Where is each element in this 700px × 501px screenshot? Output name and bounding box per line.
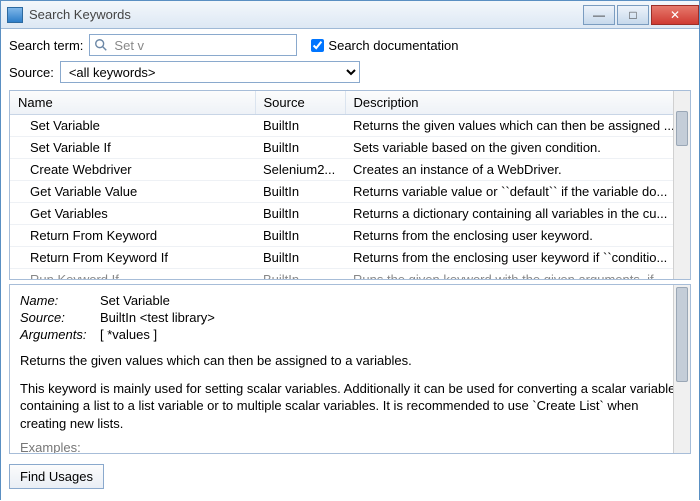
close-button[interactable]: ✕ bbox=[651, 5, 699, 25]
results-table: Name Source Description Set VariableBuil… bbox=[9, 90, 691, 280]
cell-source: BuiltIn bbox=[255, 225, 345, 247]
cell-name: Get Variables bbox=[10, 203, 255, 225]
window-title: Search Keywords bbox=[29, 7, 581, 22]
cell-source: Selenium2... bbox=[255, 159, 345, 181]
title-bar: Search Keywords — □ ✕ bbox=[1, 1, 699, 29]
content-area: Search term: Search documentation Source… bbox=[1, 29, 699, 501]
detail-args-label: Arguments: bbox=[20, 327, 100, 342]
cell-name: Set Variable If bbox=[10, 137, 255, 159]
table-scrollbar[interactable] bbox=[673, 91, 690, 279]
cell-name: Create Webdriver bbox=[10, 159, 255, 181]
cell-description: Runs the given keyword with the given ar… bbox=[345, 269, 690, 280]
cell-source: BuiltIn bbox=[255, 203, 345, 225]
table-row[interactable]: Run Keyword IfBuiltInRuns the given keyw… bbox=[10, 269, 690, 280]
source-label: Source: bbox=[9, 65, 54, 80]
table-row[interactable]: Return From Keyword IfBuiltInReturns fro… bbox=[10, 247, 690, 269]
find-usages-button[interactable]: Find Usages bbox=[9, 464, 104, 489]
source-select[interactable]: <all keywords> bbox=[60, 61, 360, 83]
detail-paragraph: This keyword is mainly used for setting … bbox=[20, 380, 676, 433]
cell-description: Creates an instance of a WebDriver. bbox=[345, 159, 690, 181]
table-row[interactable]: Get VariablesBuiltInReturns a dictionary… bbox=[10, 203, 690, 225]
detail-source-label: Source: bbox=[20, 310, 100, 325]
search-row: Search term: Search documentation bbox=[1, 29, 699, 61]
detail-examples-label: Examples: bbox=[20, 440, 680, 454]
cell-name: Return From Keyword If bbox=[10, 247, 255, 269]
search-icon bbox=[94, 38, 108, 52]
col-source[interactable]: Source bbox=[255, 91, 345, 115]
detail-name: Set Variable bbox=[100, 293, 170, 308]
cell-source: BuiltIn bbox=[255, 247, 345, 269]
table-row[interactable]: Create WebdriverSelenium2...Creates an i… bbox=[10, 159, 690, 181]
detail-args: [ *values ] bbox=[100, 327, 157, 342]
table-row[interactable]: Set Variable IfBuiltInSets variable base… bbox=[10, 137, 690, 159]
app-icon bbox=[7, 7, 23, 23]
detail-scrollbar[interactable] bbox=[673, 285, 690, 453]
table-row[interactable]: Set VariableBuiltInReturns the given val… bbox=[10, 115, 690, 137]
cell-description: Returns from the enclosing user keyword … bbox=[345, 247, 690, 269]
cell-source: BuiltIn bbox=[255, 137, 345, 159]
cell-name: Get Variable Value bbox=[10, 181, 255, 203]
detail-pane: Name:Set Variable Source:BuiltIn <test l… bbox=[9, 284, 691, 454]
window-buttons: — □ ✕ bbox=[581, 5, 699, 25]
col-description[interactable]: Description bbox=[345, 91, 690, 115]
col-name[interactable]: Name bbox=[10, 91, 255, 115]
search-docs-label: Search documentation bbox=[328, 38, 458, 53]
scrollbar-thumb[interactable] bbox=[676, 111, 688, 146]
table-row[interactable]: Get Variable ValueBuiltInReturns variabl… bbox=[10, 181, 690, 203]
cell-name: Return From Keyword bbox=[10, 225, 255, 247]
cell-source: BuiltIn bbox=[255, 269, 345, 280]
scrollbar-thumb[interactable] bbox=[676, 287, 688, 382]
source-row: Source: <all keywords> bbox=[1, 61, 699, 88]
search-input[interactable] bbox=[112, 37, 292, 54]
table-header-row: Name Source Description bbox=[10, 91, 690, 115]
cell-description: Returns the given values which can then … bbox=[345, 115, 690, 137]
detail-source: BuiltIn <test library> bbox=[100, 310, 215, 325]
search-docs-check[interactable] bbox=[311, 39, 324, 52]
cell-description: Returns a dictionary containing all vari… bbox=[345, 203, 690, 225]
search-docs-checkbox[interactable]: Search documentation bbox=[307, 36, 458, 55]
maximize-button[interactable]: □ bbox=[617, 5, 649, 25]
minimize-button[interactable]: — bbox=[583, 5, 615, 25]
cell-description: Sets variable based on the given conditi… bbox=[345, 137, 690, 159]
search-label: Search term: bbox=[9, 38, 83, 53]
cell-name: Set Variable bbox=[10, 115, 255, 137]
detail-paragraph: Returns the given values which can then … bbox=[20, 352, 676, 370]
cell-name: Run Keyword If bbox=[10, 269, 255, 280]
footer: Find Usages bbox=[1, 458, 699, 495]
detail-name-label: Name: bbox=[20, 293, 100, 308]
cell-source: BuiltIn bbox=[255, 115, 345, 137]
cell-description: Returns variable value or ``default`` if… bbox=[345, 181, 690, 203]
table-row[interactable]: Return From KeywordBuiltInReturns from t… bbox=[10, 225, 690, 247]
search-box[interactable] bbox=[89, 34, 297, 56]
cell-source: BuiltIn bbox=[255, 181, 345, 203]
cell-description: Returns from the enclosing user keyword. bbox=[345, 225, 690, 247]
